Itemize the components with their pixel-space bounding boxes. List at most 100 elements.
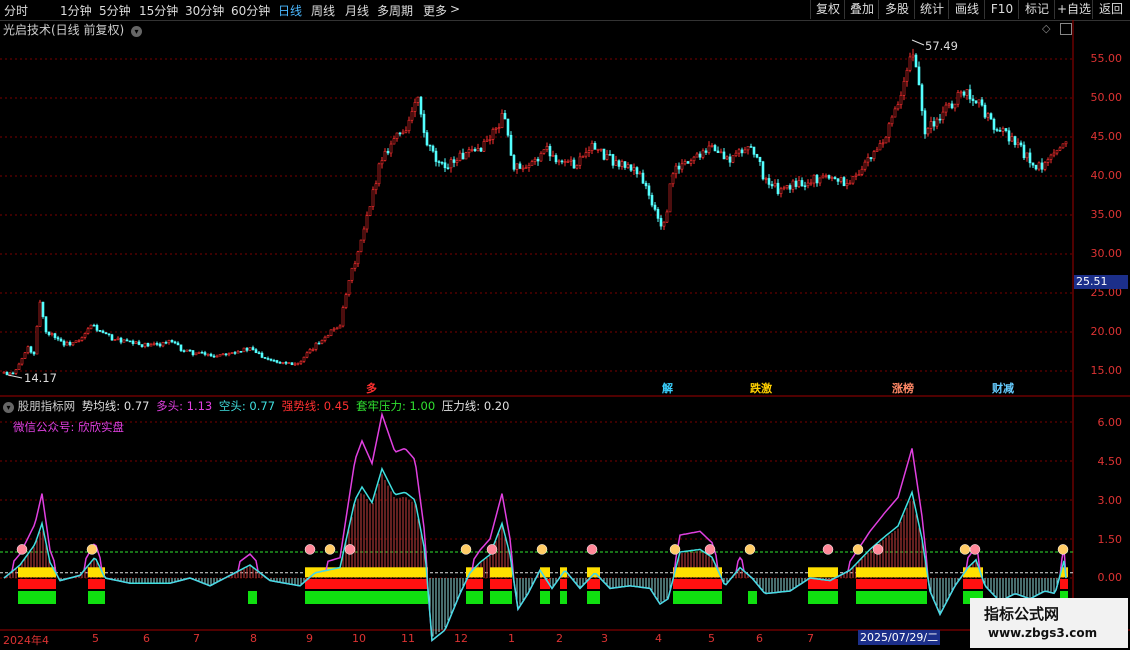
candle-body (290, 362, 294, 365)
indicator-item: 套牢压力: 1.00 (356, 399, 436, 413)
candle-body (755, 154, 759, 158)
ytick-45: 45.00 (1090, 130, 1123, 143)
signal-yellow (808, 567, 838, 578)
candle-body (602, 148, 606, 160)
candle-body (497, 127, 501, 129)
event-marker[interactable]: 多 (366, 380, 377, 396)
candle-body (98, 330, 102, 332)
event-marker[interactable]: 跌激 (750, 380, 772, 396)
candle-body (1007, 130, 1011, 142)
candle-body (11, 372, 15, 375)
signal-red (808, 579, 838, 589)
signal-green (18, 591, 56, 604)
candle-body (74, 340, 78, 343)
candle-body (635, 167, 639, 175)
candle-body (806, 182, 810, 187)
signal-red (1060, 579, 1068, 589)
candle-body (998, 130, 1002, 132)
candle-body (383, 150, 387, 161)
candle-body (1028, 152, 1032, 164)
candle-body (1064, 141, 1068, 145)
candle-body (944, 104, 948, 113)
xaxis-label: 9 (306, 632, 313, 645)
signal-icon (852, 544, 864, 555)
settings-icon[interactable]: ▾ (3, 402, 14, 413)
candle-body (419, 96, 423, 115)
candle-body (428, 144, 432, 147)
event-marker[interactable]: 解 (662, 380, 673, 396)
candle-body (557, 160, 561, 163)
candle-body (374, 183, 378, 191)
candle-body (809, 182, 813, 185)
candle-body (365, 215, 369, 230)
candle-body (824, 175, 828, 177)
candle-body (356, 251, 360, 265)
event-marker[interactable]: 财减 (992, 380, 1014, 396)
signal-red (587, 579, 600, 589)
candle-body (212, 355, 216, 358)
candle-body (539, 152, 543, 162)
candle-body (119, 337, 123, 343)
candle-body (368, 206, 372, 216)
candle-body (335, 327, 339, 330)
candle-body (347, 280, 351, 296)
candle-body (785, 185, 789, 189)
candle-body (953, 103, 957, 109)
candle-body (326, 335, 330, 338)
candle-body (377, 163, 381, 185)
candle-body (821, 175, 825, 179)
candle-body (632, 167, 636, 171)
candle-body (782, 187, 786, 190)
candle-body (371, 189, 375, 207)
candle-body (41, 301, 45, 317)
signal-red (18, 579, 56, 589)
candle-body (719, 151, 723, 154)
candle-body (758, 156, 762, 163)
candle-body (197, 351, 201, 354)
candle-body (584, 152, 588, 157)
candle-body (284, 362, 288, 364)
candle-body (128, 340, 132, 343)
xaxis-label: 5 (708, 632, 715, 645)
candle-body (857, 173, 861, 176)
candle-body (5, 371, 9, 376)
candle-body (764, 178, 768, 180)
candle-body (38, 301, 42, 327)
candle-body (947, 103, 951, 106)
candle-body (737, 149, 741, 154)
ytick-20: 20.00 (1090, 325, 1123, 338)
candle-body (311, 349, 315, 351)
candle-body (827, 175, 831, 179)
candle-body (779, 188, 783, 194)
signal-icon (344, 544, 356, 555)
candle-body (314, 342, 318, 350)
candle-body (509, 134, 513, 156)
candle-body (896, 104, 900, 110)
candle-body (938, 118, 942, 121)
candle-body (833, 177, 837, 180)
candle-body (209, 353, 213, 357)
candle-body (1043, 162, 1047, 170)
xaxis-label: 5 (92, 632, 99, 645)
candle-body (440, 162, 444, 164)
candle-body (662, 221, 666, 227)
candle-body (86, 328, 90, 334)
candle-body (1031, 162, 1035, 166)
candle-body (575, 165, 579, 169)
candle-body (20, 358, 24, 365)
candle-body (182, 350, 186, 352)
candle-body (596, 149, 600, 151)
candle-body (674, 165, 678, 175)
candle-body (1052, 152, 1056, 156)
candle-body (26, 346, 30, 354)
candle-body (254, 349, 258, 353)
candle-body (728, 156, 732, 163)
candle-body (761, 161, 765, 180)
candle-body (860, 168, 864, 175)
candle-body (323, 336, 327, 341)
xaxis-label: 12 (454, 632, 468, 645)
candle-body (878, 143, 882, 151)
candle-body (122, 339, 126, 343)
watermark-title: 指标公式网 (984, 605, 1060, 623)
event-marker[interactable]: 涨榜 (892, 380, 914, 396)
